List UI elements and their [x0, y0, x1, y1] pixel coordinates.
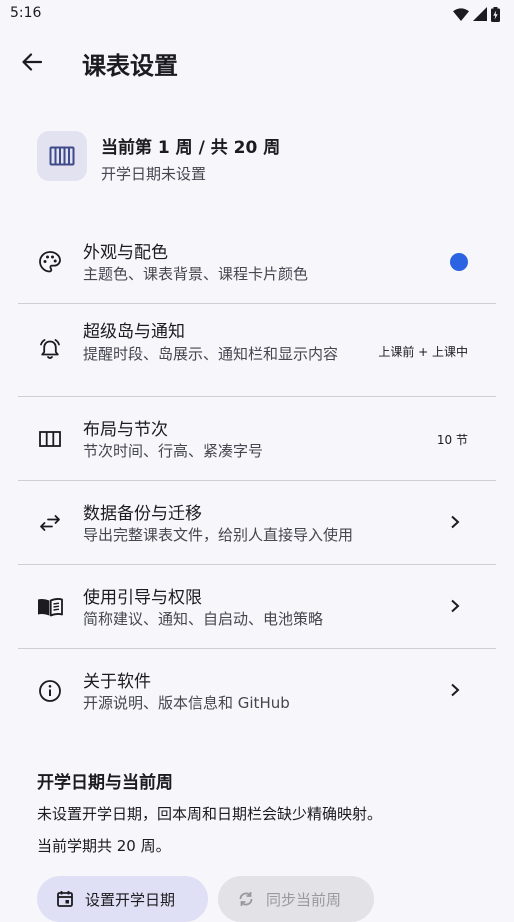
settings-item-island-notification[interactable]: 超级岛与通知 提醒时段、岛展示、通知栏和显示内容 上课前 + 上课中: [18, 304, 496, 397]
swap-horiz-icon: [36, 509, 64, 537]
week-icon-box: [37, 131, 87, 181]
theme-color-dot: [450, 253, 468, 271]
settings-item-title: 外观与配色: [83, 243, 168, 263]
term-section-week-count: 当前学期共 20 周。: [37, 837, 171, 855]
settings-item-title: 超级岛与通知: [83, 322, 185, 342]
palette-icon: [36, 248, 64, 276]
term-section-warning: 未设置开学日期，回本周和日期栏会缺少精确映射。: [37, 805, 383, 823]
settings-item-appearance[interactable]: 外观与配色 主题色、课表背景、课程卡片颜色: [18, 220, 496, 304]
sync-week-label: 同步当前周: [266, 890, 342, 909]
settings-item-title: 布局与节次: [83, 420, 168, 440]
view-column-icon: [36, 425, 64, 453]
settings-item-guide-permissions[interactable]: 使用引导与权限 简称建议、通知、自启动、电池策略: [18, 565, 496, 649]
current-week-card: 当前第 1 周 / 共 20 周 开学日期未设置: [37, 128, 477, 188]
page-title: 课表设置: [82, 52, 178, 80]
settings-item-subtitle: 主题色、课表背景、课程卡片颜色: [83, 265, 309, 283]
calendar-icon: [55, 889, 75, 909]
settings-item-subtitle: 提醒时段、岛展示、通知栏和显示内容: [83, 345, 339, 363]
chevron-right-icon: [451, 599, 460, 613]
current-week-title: 当前第 1 周 / 共 20 周: [101, 138, 281, 158]
start-date-status: 开学日期未设置: [101, 165, 207, 183]
settings-item-layout[interactable]: 布局与节次 节次时间、行高、紧凑字号 10 节: [18, 397, 496, 481]
arrow-back-icon: [22, 53, 42, 71]
status-icons: [453, 6, 500, 22]
battery-charging-icon: [491, 6, 500, 22]
settings-item-backup[interactable]: 数据备份与迁移 导出完整课表文件，给别人直接导入使用: [18, 481, 496, 565]
settings-item-subtitle: 开源说明、版本信息和 GitHub: [83, 694, 290, 712]
settings-list: 外观与配色 主题色、课表背景、课程卡片颜色 超级岛与通知 提醒时段、岛展示、通知…: [18, 220, 496, 732]
info-icon: [36, 677, 64, 705]
chevron-right-icon: [451, 683, 460, 697]
app-bar: 课表设置: [0, 36, 514, 86]
menu-book-icon: [36, 593, 64, 621]
sync-week-button[interactable]: 同步当前周: [218, 876, 374, 922]
status-bar: 5:16: [0, 0, 514, 30]
back-button[interactable]: [14, 44, 50, 80]
settings-item-title: 使用引导与权限: [83, 588, 202, 608]
notification-mode-value: 上课前 + 上课中: [378, 345, 468, 359]
settings-item-subtitle: 导出完整课表文件，给别人直接导入使用: [83, 526, 354, 544]
settings-item-about[interactable]: 关于软件 开源说明、版本信息和 GitHub: [18, 649, 496, 732]
term-section-title: 开学日期与当前周: [37, 773, 173, 793]
settings-item-title: 数据备份与迁移: [83, 504, 202, 524]
calendar-columns-icon: [49, 146, 75, 166]
period-count-value: 10 节: [436, 433, 468, 447]
sync-icon: [236, 889, 256, 909]
cellular-signal-icon: [473, 7, 487, 21]
settings-item-title: 关于软件: [83, 672, 151, 692]
alarm-icon: [36, 335, 64, 363]
set-start-date-button[interactable]: 设置开学日期: [37, 876, 208, 922]
set-start-date-label: 设置开学日期: [85, 890, 176, 909]
settings-item-subtitle: 简称建议、通知、自启动、电池策略: [83, 610, 324, 628]
status-time: 5:16: [10, 5, 42, 21]
wifi-icon: [453, 7, 469, 21]
settings-item-subtitle: 节次时间、行高、紧凑字号: [83, 442, 264, 460]
chevron-right-icon: [451, 515, 460, 529]
